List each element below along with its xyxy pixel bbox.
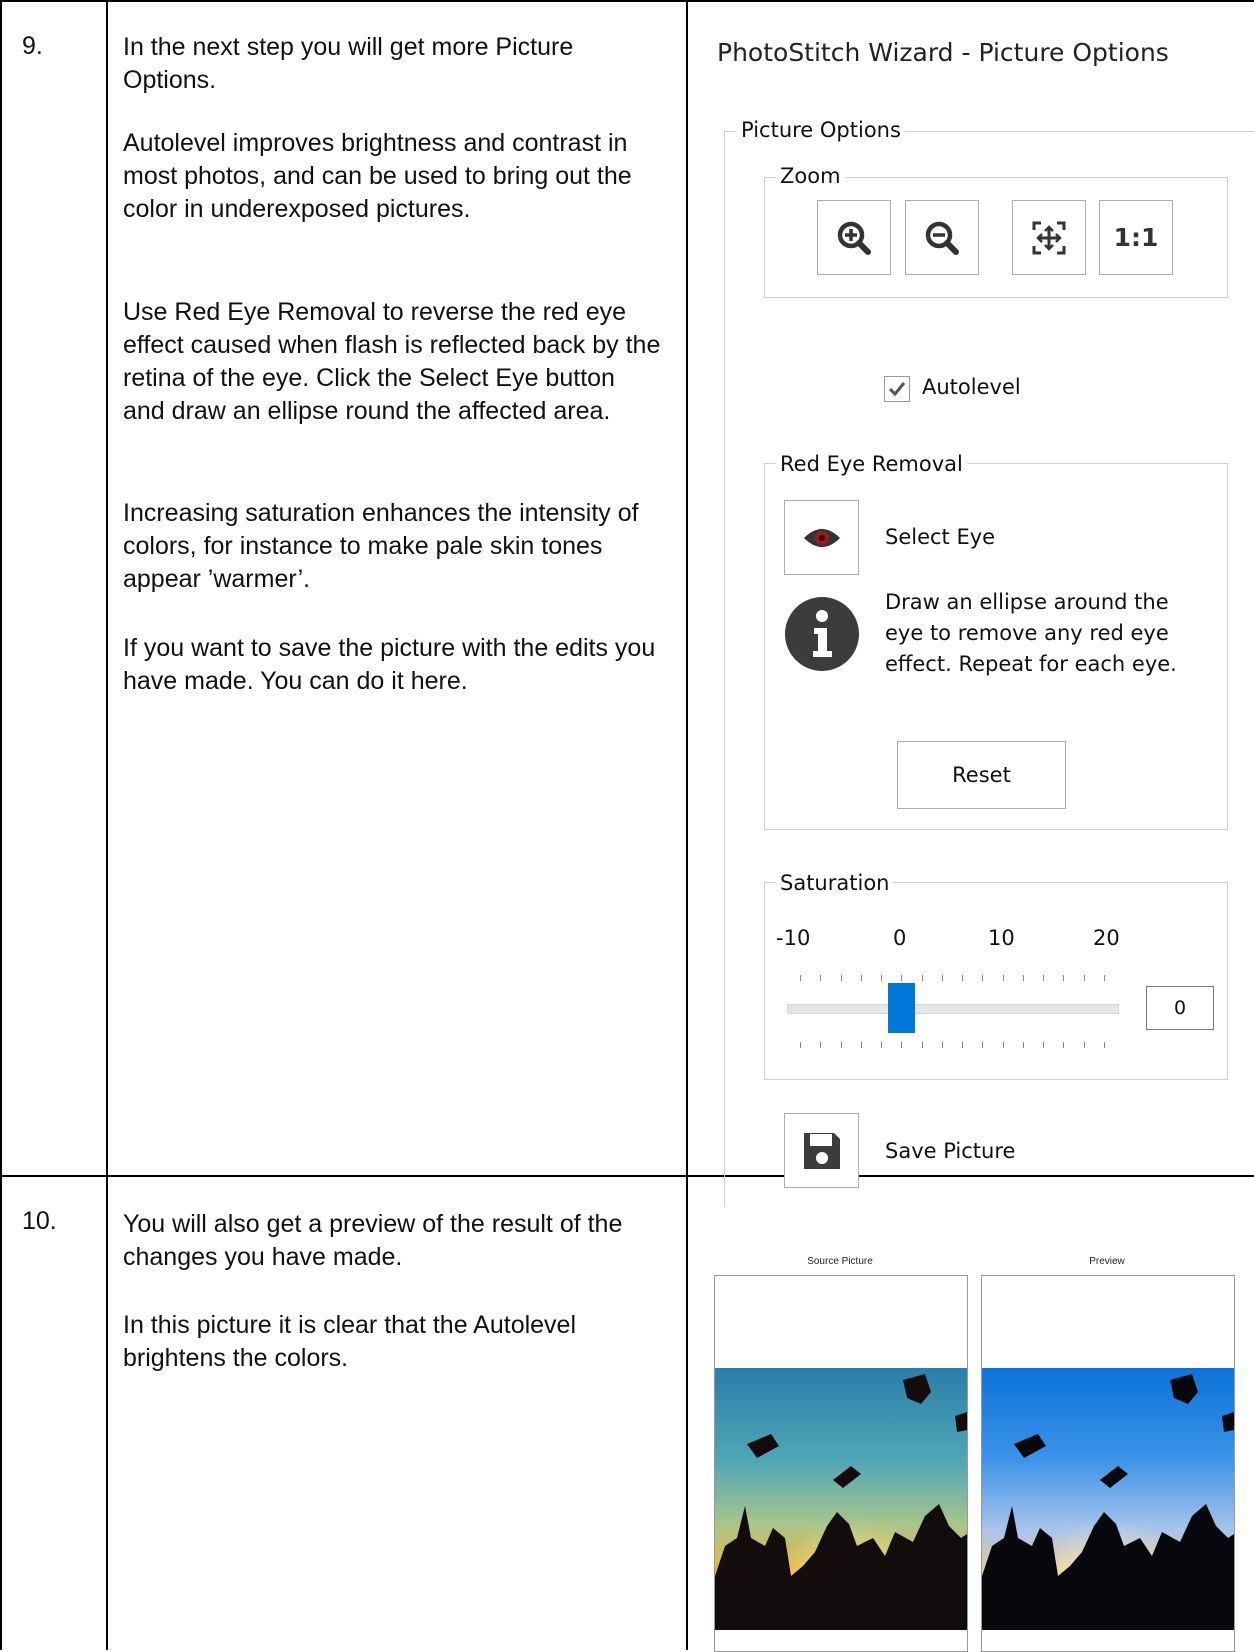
table-left-border — [0, 0, 2, 1650]
slider-tick — [820, 1042, 822, 1048]
slider-tick — [901, 1042, 903, 1048]
slider-tick — [921, 975, 923, 981]
column-divider-2 — [686, 0, 688, 1650]
slider-tick — [1002, 1042, 1004, 1048]
red-eye-info-line-1: Draw an ellipse around the — [885, 590, 1169, 614]
preview-picture — [981, 1275, 1235, 1652]
saturation-value-field[interactable]: 0 — [1146, 986, 1214, 1030]
step-10-paragraph-2: In this picture it is clear that the Aut… — [123, 1311, 577, 1372]
zoom-in-icon — [837, 221, 871, 255]
red-eye-info-line-3: effect. Repeat for each eye. — [885, 652, 1177, 676]
slider-tick — [941, 975, 943, 981]
saturation-scale-label: 10 — [988, 926, 1015, 950]
zoom-legend: Zoom — [776, 164, 845, 188]
slider-tick — [881, 1042, 883, 1048]
slider-tick — [800, 975, 801, 981]
actual-size-icon: 1:1 — [1113, 223, 1159, 252]
saturation-value: 0 — [1173, 997, 1187, 1019]
slider-tick — [840, 1042, 842, 1048]
autolevel-label: Autolevel — [922, 375, 1021, 399]
saturation-slider-thumb[interactable] — [888, 983, 916, 1033]
slider-tick — [1022, 1042, 1024, 1048]
zoom-in-button[interactable] — [817, 200, 891, 275]
slider-tick — [982, 975, 984, 981]
slider-tick — [1063, 975, 1065, 981]
slider-tick — [820, 975, 822, 981]
step-9-paragraph-5: If you want to save the picture with the… — [123, 634, 656, 695]
fit-to-window-icon — [1032, 221, 1066, 254]
info-icon — [784, 596, 860, 672]
red-eye-info-line-2: eye to remove any red eye — [885, 621, 1169, 645]
step-number: 9. — [22, 32, 43, 60]
actual-size-button[interactable]: 1:1 — [1099, 200, 1173, 275]
saturation-group — [764, 882, 1228, 1080]
saturation-legend: Saturation — [776, 871, 894, 895]
slider-tick — [1043, 975, 1045, 981]
slider-tick — [1104, 975, 1105, 981]
slider-tick — [860, 975, 862, 981]
fit-to-window-button[interactable] — [1012, 200, 1086, 275]
zoom-out-icon — [925, 221, 959, 255]
slider-tick — [1043, 1042, 1045, 1048]
save-icon — [803, 1132, 840, 1169]
slider-tick — [982, 1042, 984, 1048]
source-picture — [714, 1275, 968, 1652]
slider-tick — [941, 1042, 943, 1048]
save-picture-button[interactable] — [784, 1113, 859, 1188]
autolevel-checkbox[interactable] — [884, 376, 910, 402]
step-10-paragraph-1: You will also get a preview of the resul… — [123, 1210, 623, 1271]
reset-button-label: Reset — [952, 763, 1011, 787]
step-number: 10. — [22, 1207, 57, 1235]
select-eye-label: Select Eye — [885, 525, 996, 549]
slider-tick — [901, 975, 903, 981]
slider-tick — [1083, 975, 1085, 981]
slider-tick — [840, 975, 842, 981]
slider-tick — [1083, 1042, 1085, 1048]
saturation-slider-track[interactable] — [787, 1004, 1119, 1014]
slider-tick — [962, 975, 964, 981]
select-eye-button[interactable] — [784, 500, 859, 575]
eye-icon — [803, 528, 840, 547]
source-picture-label: Source Picture — [807, 1256, 873, 1267]
red-eye-legend: Red Eye Removal — [776, 452, 967, 476]
slider-tick — [860, 1042, 862, 1048]
slider-tick — [800, 1042, 801, 1048]
slider-tick — [921, 1042, 923, 1048]
wizard-title: PhotoStitch Wizard - Picture Options — [717, 38, 1169, 67]
step-9-paragraph-2: Autolevel improves brightness and contra… — [123, 129, 632, 223]
slider-tick — [1002, 975, 1004, 981]
step-9-paragraph-4: Increasing saturation enhances the inten… — [123, 499, 639, 593]
zoom-out-button[interactable] — [905, 200, 979, 275]
slider-tick — [1104, 1042, 1105, 1048]
slider-tick — [1063, 1042, 1065, 1048]
checkmark-icon — [888, 382, 906, 397]
save-picture-label: Save Picture — [885, 1139, 1016, 1163]
step-9-paragraph-3: Use Red Eye Removal to reverse the red e… — [123, 298, 661, 425]
slider-tick — [881, 975, 883, 981]
picture-options-legend: Picture Options — [737, 118, 905, 142]
saturation-scale-label: -10 — [776, 926, 811, 950]
slider-tick — [1022, 975, 1024, 981]
slider-tick — [962, 1042, 964, 1048]
preview-label: Preview — [1089, 1256, 1125, 1267]
table-top-border — [0, 0, 1254, 2]
reset-button[interactable]: Reset — [897, 741, 1066, 809]
saturation-scale-label: 0 — [893, 926, 907, 950]
column-divider-1 — [106, 0, 108, 1650]
saturation-scale-label: 20 — [1093, 926, 1120, 950]
step-9-paragraph-1: In the next step you will get more Pictu… — [123, 33, 574, 94]
